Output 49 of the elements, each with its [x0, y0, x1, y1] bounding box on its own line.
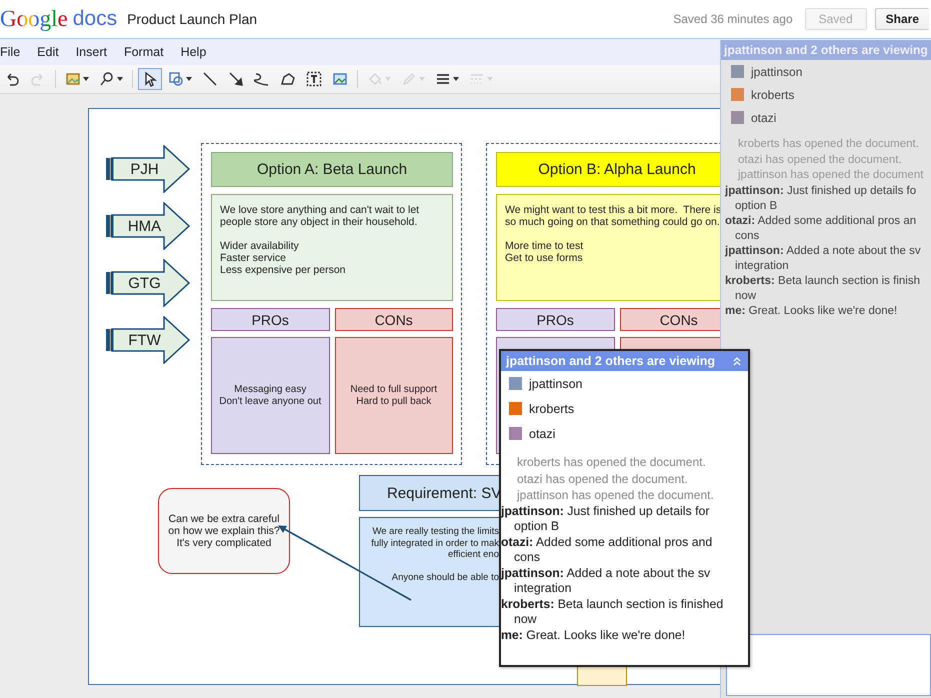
picture-frame-icon [65, 71, 81, 87]
user-name: kroberts [751, 88, 794, 102]
product-name: docs [72, 7, 118, 31]
user-name: kroberts [529, 402, 574, 416]
polygon-icon [280, 71, 296, 87]
event-message: jpattinson has opened the document [738, 168, 924, 183]
text-box-icon [306, 71, 322, 87]
select-tool-button[interactable] [138, 68, 162, 90]
save-status: Saved 36 minutes ago [673, 12, 793, 26]
popup-title: jpattinson and 2 others are viewing [506, 354, 716, 368]
image-icon [332, 71, 348, 87]
caret-icon [83, 77, 89, 81]
menu-item[interactable]: Help [180, 45, 224, 59]
arrow-icon [228, 71, 244, 87]
curve-icon [254, 71, 270, 87]
pros-text: Messaging easy Don't leave anyone out [219, 384, 322, 408]
event-message: otazi has opened the document. [738, 152, 903, 168]
chat-message: me: Great. Looks like we're done! [501, 628, 686, 643]
user-name: jpattinson [529, 376, 583, 390]
description-text: We love store anything and can't wait to let people store any object in their household. Wider availability Faster service Less expensive per person [220, 204, 420, 276]
caret-icon [186, 77, 192, 81]
search-icon [99, 71, 115, 87]
user-name: otazi [529, 426, 556, 440]
menu-item[interactable]: Edit [37, 45, 76, 59]
caret-icon [117, 77, 123, 81]
requirement-text: We are really testing the limits fully integrated in order to mak efficient eno Anyone should be able to [370, 526, 499, 584]
paint-bucket-icon [367, 71, 383, 87]
pros-heading: PROs [496, 308, 614, 331]
line-weight-icon [435, 71, 451, 87]
cons-heading: CONs [334, 308, 453, 331]
pencil-icon [401, 71, 417, 87]
menu-item[interactable]: File [0, 45, 38, 59]
option-title: Option A: Beta Launch [211, 152, 453, 187]
collapse-icon[interactable] [732, 356, 742, 366]
caret-icon [453, 77, 459, 81]
shapes-icon [168, 71, 184, 87]
line-icon [202, 71, 218, 87]
event-message: kroberts has opened the document. [517, 454, 707, 470]
document-title[interactable]: Product Launch Plan [127, 11, 258, 27]
cons-text: Need to full support Hard to pull back [350, 384, 438, 408]
user-name: jpattinson [751, 64, 802, 78]
share-button[interactable]: Share [874, 8, 929, 30]
event-message: kroberts has opened the document. [738, 137, 920, 152]
menu-item[interactable]: Format [124, 45, 181, 59]
panel-header: jpattinson and 2 others are viewing [721, 40, 931, 60]
pros-heading: PROs [211, 308, 330, 331]
user-name: otazi [751, 110, 776, 124]
comment-text: Can we be extra careful on how we explain this? It's very complicated [168, 513, 280, 549]
menu-item[interactable]: Insert [76, 45, 124, 59]
